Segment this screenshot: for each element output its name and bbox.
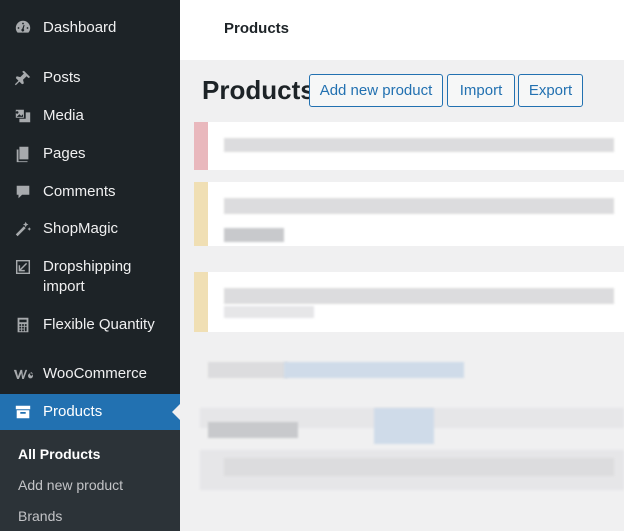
sidebar-item-label: ShopMagic — [43, 220, 119, 237]
sidebar-item-products[interactable]: Products — [0, 394, 180, 430]
products-submenu: All Products Add new product Brands — [0, 430, 180, 531]
blurred-text — [224, 138, 614, 152]
notice-warning-stripe — [194, 272, 208, 332]
blurred-link — [374, 408, 434, 444]
page-title: Products — [202, 75, 315, 105]
comment-icon — [13, 182, 33, 202]
submenu-item-all-products[interactable]: All Products — [18, 445, 100, 463]
sidebar-item-woocommerce[interactable]: WooCommerce — [0, 364, 180, 384]
blurred-link — [284, 362, 464, 378]
sidebar-item-dashboard[interactable]: Dashboard — [0, 18, 180, 38]
sidebar-item-flexible-quantity[interactable]: Flexible Quantity — [0, 315, 180, 335]
sidebar-item-label: WooCommerce — [43, 365, 147, 382]
notice-error-stripe — [194, 122, 208, 170]
archive-box-icon — [13, 402, 33, 422]
pages-icon — [13, 144, 33, 164]
sidebar-item-label: Posts — [43, 69, 81, 86]
sidebar-item-media[interactable]: Media — [0, 106, 180, 126]
sidebar-item-comments[interactable]: Comments — [0, 182, 180, 202]
sidebar-item-dropshipping-import[interactable]: Dropshipping import — [0, 257, 180, 297]
sidebar-item-label: Comments — [43, 183, 116, 200]
blurred-text — [224, 228, 284, 242]
magic-wand-icon — [13, 219, 33, 239]
sidebar-item-pages[interactable]: Pages — [0, 144, 180, 164]
sidebar-item-label: Flexible Quantity — [43, 316, 155, 333]
sidebar-item-shopmagic[interactable]: ShopMagic — [0, 219, 180, 239]
sidebar-item-posts[interactable]: Posts — [0, 68, 180, 88]
page-header-bar: Products — [180, 0, 624, 60]
header-title: Products — [224, 20, 290, 37]
active-indicator-arrow — [172, 404, 180, 420]
blurred-text — [208, 422, 298, 438]
add-new-product-button[interactable]: Add new product — [309, 74, 443, 107]
blurred-text — [224, 198, 614, 214]
woocommerce-icon — [13, 364, 33, 384]
blurred-text — [208, 362, 288, 378]
dashboard-icon — [13, 18, 33, 38]
sidebar-item-label: Products — [43, 403, 103, 420]
sidebar-item-label: Media — [43, 107, 84, 124]
admin-sidebar: Dashboard Posts Media Pages Comments Sho… — [0, 0, 180, 531]
export-button[interactable]: Export — [518, 74, 583, 107]
media-icon — [13, 106, 33, 126]
import-button[interactable]: Import — [447, 74, 515, 107]
blurred-text — [224, 306, 314, 318]
blurred-text — [224, 458, 614, 476]
sidebar-item-label: Dropshipping import — [43, 258, 132, 295]
sidebar-item-label: Pages — [43, 145, 86, 162]
calculator-icon — [13, 315, 33, 335]
submenu-item-brands[interactable]: Brands — [18, 507, 62, 525]
submenu-item-add-new-product[interactable]: Add new product — [18, 476, 123, 494]
import-arrow-icon — [13, 257, 33, 277]
pin-icon — [13, 68, 33, 88]
blurred-text — [224, 288, 614, 304]
notice-warning-stripe — [194, 182, 208, 246]
sidebar-item-label: Dashboard — [43, 19, 117, 36]
